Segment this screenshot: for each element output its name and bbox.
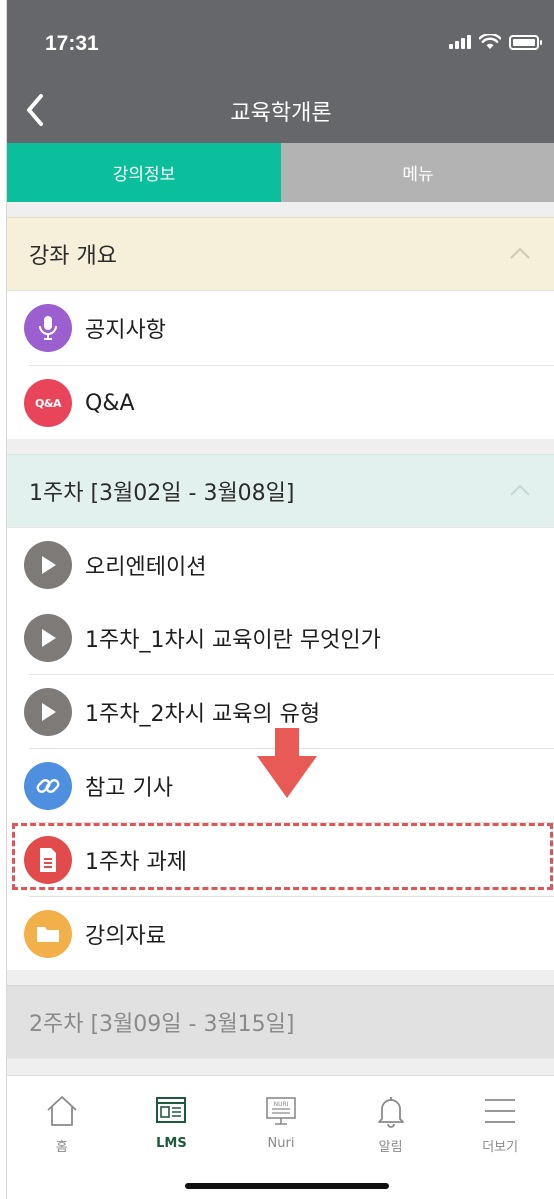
spacer	[7, 202, 554, 217]
spacer	[7, 439, 554, 454]
microphone-icon	[24, 304, 72, 352]
tab-bar: 강의정보 메뉴	[7, 143, 554, 202]
battery-icon	[509, 34, 542, 50]
chevron-up-icon	[510, 247, 530, 259]
section-header-week2[interactable]: 2주차 [3월09일 - 3월15일]	[7, 985, 554, 1059]
arrow-down-icon	[257, 728, 317, 798]
item-label: 참고 기사	[85, 776, 173, 801]
spacer	[7, 1059, 554, 1075]
play-icon	[24, 614, 72, 662]
section-title: 2주차 [3월09일 - 3월15일]	[29, 1012, 295, 1037]
item-label: 공지사항	[85, 318, 166, 343]
home-indicator	[185, 1183, 389, 1189]
svg-text:NURI: NURI	[274, 1101, 289, 1108]
wifi-icon	[479, 34, 501, 49]
nav-label: 홈	[55, 1140, 68, 1155]
tab-menu[interactable]: 메뉴	[281, 143, 554, 202]
spacer	[7, 970, 554, 985]
nav-label: Nuri	[267, 1136, 295, 1151]
nav-label: 알림	[378, 1140, 403, 1155]
nav-notifications[interactable]: 알림	[336, 1076, 446, 1199]
list-item-qa[interactable]: Q&A Q&A	[7, 366, 554, 440]
document-icon	[24, 836, 72, 884]
section-header-overview[interactable]: 강좌 개요	[7, 217, 554, 291]
tab-course-info[interactable]: 강의정보	[7, 143, 281, 202]
section-header-week1[interactable]: 1주차 [3월02일 - 3월08일]	[7, 454, 554, 528]
folder-icon	[24, 910, 72, 958]
play-icon	[24, 541, 72, 589]
bell-icon	[377, 1097, 404, 1128]
item-label: 1주차_2차시 교육의 유형	[85, 702, 321, 727]
app-screen: 17:31 교육학개론 강의정보 메뉴 강좌 개요 공지사항 Q&A Q&A 1…	[6, 0, 554, 1199]
list-item-lecture-1[interactable]: 1주차_1차시 교육이란 무엇인가	[7, 601, 554, 675]
status-icons	[449, 34, 542, 50]
item-label: Q&A	[85, 390, 135, 416]
home-icon	[47, 1096, 77, 1126]
signal-icon	[449, 35, 471, 49]
link-icon	[24, 762, 72, 810]
list-item-orientation[interactable]: 오리엔테이션	[7, 528, 554, 602]
list-item-notice[interactable]: 공지사항	[7, 291, 554, 365]
nav-lms[interactable]: LMS	[117, 1076, 227, 1199]
section-title: 1주차 [3월02일 - 3월08일]	[29, 481, 295, 506]
item-label: 오리엔테이션	[85, 555, 207, 580]
nav-home[interactable]: 홈	[7, 1076, 117, 1199]
app-header: 17:31 교육학개론	[7, 0, 554, 143]
list-item-week1-assignment[interactable]: 1주차 과제	[7, 823, 554, 897]
nav-label: 더보기	[482, 1140, 519, 1155]
item-label: 1주차_1차시 교육이란 무엇인가	[85, 628, 381, 653]
play-icon	[24, 688, 72, 736]
section-title: 강좌 개요	[29, 244, 117, 269]
status-time: 17:31	[45, 32, 99, 55]
item-label: 1주차 과제	[85, 850, 187, 875]
bottom-nav: 홈 LMS NURI Nuri 알림 더보기	[7, 1075, 554, 1199]
lms-icon	[156, 1097, 187, 1123]
nav-nuri[interactable]: NURI Nuri	[226, 1076, 336, 1199]
page-title: 교육학개론	[230, 101, 332, 126]
item-label: 강의자료	[85, 924, 166, 949]
chevron-up-icon	[510, 484, 530, 496]
nav-more[interactable]: 더보기	[445, 1076, 554, 1199]
nuri-icon: NURI	[266, 1097, 296, 1125]
nav-label: LMS	[156, 1136, 187, 1151]
menu-icon	[485, 1099, 516, 1123]
qa-icon: Q&A	[24, 379, 72, 427]
list-item-lecture-materials[interactable]: 강의자료	[7, 897, 554, 971]
